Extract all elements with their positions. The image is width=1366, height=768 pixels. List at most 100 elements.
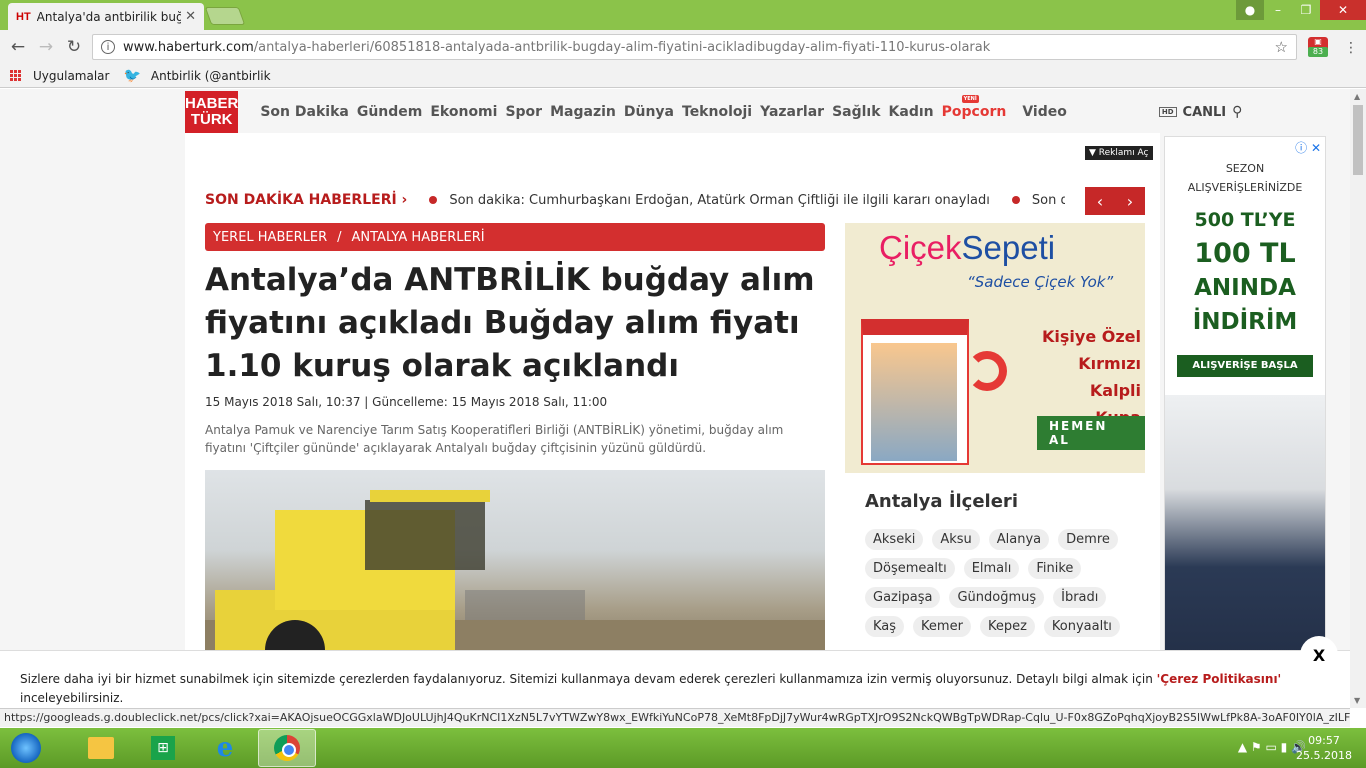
- taskbar-chrome[interactable]: [258, 729, 316, 767]
- extension-badge: 83: [1308, 47, 1328, 57]
- article-image[interactable]: [205, 470, 825, 670]
- ciceksepeti-ad[interactable]: ÇiçekSepeti “Sadece Çiçek Yok” Kişiye Öz…: [845, 223, 1145, 473]
- nav-popcorn[interactable]: Popcorn YENİ: [942, 95, 1015, 120]
- bookmark-star-icon[interactable]: ☆: [1275, 38, 1288, 56]
- district-chip[interactable]: Gündoğmuş: [949, 587, 1045, 608]
- district-chip[interactable]: Alanya: [988, 529, 1050, 550]
- scroll-thumb[interactable]: [1353, 105, 1363, 175]
- ad-open-label[interactable]: ▼ Reklamı Aç: [1085, 146, 1153, 160]
- nav-video[interactable]: Video: [1022, 104, 1067, 120]
- site-info-icon[interactable]: i: [101, 40, 115, 54]
- districts-list: Akseki Aksu Alanya Demre Döşemealtı Elma…: [865, 529, 1135, 645]
- nav-dunya[interactable]: Dünya: [624, 104, 674, 120]
- taskbar-explorer[interactable]: [72, 729, 130, 767]
- haberturk-logo[interactable]: HABER TÜRK: [185, 91, 239, 133]
- back-arrow-icon[interactable]: ←: [4, 37, 32, 57]
- apps-grid-icon[interactable]: [10, 70, 21, 81]
- search-icon[interactable]: ⚲: [1232, 104, 1242, 120]
- page-scrollbar[interactable]: ▲ ▼: [1350, 89, 1366, 708]
- nav-gundem[interactable]: Gündem: [357, 104, 423, 120]
- cookie-close-button[interactable]: X: [1300, 636, 1338, 674]
- site-header: HABER TÜRK Son Dakika Gündem Ekonomi Spo…: [185, 91, 1242, 133]
- district-chip[interactable]: Aksu: [932, 529, 980, 550]
- maximize-button[interactable]: ❐: [1292, 0, 1320, 20]
- district-chip[interactable]: Döşemealtı: [865, 558, 955, 579]
- live-button[interactable]: HD CANLI ⚲: [1158, 104, 1242, 120]
- url-host: www.haberturk.com: [123, 39, 254, 55]
- windows-taskbar: ⊞ e ▲ ⚑ ▭ ▮ 🔊 09:57 25.5.2018: [0, 728, 1366, 768]
- nav-kadin[interactable]: Kadın: [889, 104, 934, 120]
- scroll-up-icon[interactable]: ▲: [1354, 92, 1360, 101]
- menu-icon[interactable]: ⋮: [1344, 40, 1358, 56]
- ticker-prev-button[interactable]: ‹: [1085, 187, 1115, 215]
- breadcrumb-yerel[interactable]: YEREL HABERLER: [213, 230, 327, 245]
- bookmark-apps[interactable]: Uygulamalar: [33, 69, 109, 83]
- address-bar[interactable]: i www.haberturk.com /antalya-haberleri/6…: [92, 34, 1297, 60]
- clock-time: 09:57: [1308, 734, 1340, 747]
- side-ad[interactable]: ⓘ ✕ SEZON ALIŞVERİŞLERİNİZDE 500 TL’YE 1…: [1164, 136, 1326, 708]
- district-chip[interactable]: Elmalı: [963, 558, 1020, 579]
- hd-icon: HD: [1158, 107, 1177, 117]
- main-nav: Son Dakika Gündem Ekonomi Spor Magazin D…: [260, 95, 1075, 120]
- ciceksepeti-logo: ÇiçekSepeti: [879, 229, 1056, 266]
- mug-image: [861, 319, 969, 465]
- district-chip[interactable]: Kaş: [865, 616, 905, 637]
- internet-explorer-icon: e: [216, 733, 234, 763]
- reload-icon[interactable]: ↻: [60, 37, 88, 57]
- scroll-down-icon[interactable]: ▼: [1354, 696, 1360, 705]
- district-chip[interactable]: Gazipaşa: [865, 587, 941, 608]
- adchoices-icon[interactable]: ⓘ ✕: [1295, 139, 1321, 156]
- ticker-item[interactable]: Son dakika: [1032, 193, 1065, 208]
- district-chip[interactable]: Finike: [1028, 558, 1082, 579]
- bookmark-antbirlik[interactable]: 🐦 Antbirlik (@antbirlik: [123, 68, 270, 84]
- clock-date: 25.5.2018: [1296, 749, 1352, 762]
- status-url: https://googleads.g.doubleclick.net/pcs/…: [0, 708, 1350, 727]
- live-label: CANLI: [1182, 104, 1227, 120]
- districts-title: Antalya İlçeleri: [865, 491, 1018, 512]
- tab-title: Antalya'da antbirilik buğd: [36, 9, 182, 24]
- side-ad-offer: 500 TL’YE 100 TL ANINDA İNDİRİM: [1192, 209, 1298, 335]
- breadcrumb-antalya[interactable]: ANTALYA HABERLERİ: [352, 230, 485, 245]
- main-content: ▼ Reklamı Aç SON DAKİKA HABERLERİ › Son …: [185, 133, 1160, 708]
- district-chip[interactable]: Demre: [1058, 529, 1118, 550]
- close-tab-icon[interactable]: ✕: [185, 9, 196, 24]
- nav-yazarlar[interactable]: Yazarlar: [760, 104, 824, 120]
- nav-son-dakika[interactable]: Son Dakika: [260, 104, 348, 120]
- nav-ekonomi[interactable]: Ekonomi: [430, 104, 497, 120]
- ticker-next-button[interactable]: ›: [1115, 187, 1145, 215]
- district-chip[interactable]: Konyaaltı: [1043, 616, 1120, 637]
- breaking-label[interactable]: SON DAKİKA HABERLERİ ›: [205, 192, 407, 208]
- browser-tab[interactable]: HT Antalya'da antbirilik buğd ✕: [8, 3, 204, 30]
- nav-spor[interactable]: Spor: [505, 104, 542, 120]
- nav-saglik[interactable]: Sağlık: [832, 104, 880, 120]
- web-page: HABER TÜRK Son Dakika Gündem Ekonomi Spo…: [0, 89, 1350, 708]
- minimize-button[interactable]: –: [1264, 0, 1292, 20]
- close-window-button[interactable]: ✕: [1320, 0, 1366, 20]
- cookie-policy-link[interactable]: 'Çerez Politikasını': [1157, 672, 1282, 686]
- start-button[interactable]: [6, 728, 46, 768]
- forward-arrow-icon[interactable]: →: [32, 37, 60, 57]
- bookmarks-bar: Uygulamalar 🐦 Antbirlik (@antbirlik: [0, 64, 1366, 88]
- new-tab-button[interactable]: [204, 7, 246, 25]
- article-summary: Antalya Pamuk ve Narenciye Tarım Satış K…: [205, 423, 784, 455]
- district-chip[interactable]: İbradı: [1053, 587, 1107, 608]
- district-chip[interactable]: Kemer: [913, 616, 971, 637]
- district-chip[interactable]: Kepez: [979, 616, 1035, 637]
- district-chip[interactable]: Akseki: [865, 529, 924, 550]
- ticker-item[interactable]: Son dakika: Cumhurbaşkanı Erdoğan, Atatü…: [449, 193, 990, 208]
- nav-teknoloji[interactable]: Teknoloji: [682, 104, 752, 120]
- haberturk-favicon: HT: [16, 10, 31, 23]
- taskbar-ie[interactable]: e: [196, 729, 254, 767]
- windows-logo-icon: [11, 733, 41, 763]
- side-ad-shop-button[interactable]: ALIŞVERİŞE BAŞLA: [1177, 355, 1313, 377]
- combine-harvester-image: [205, 490, 825, 670]
- title-bar: HT Antalya'da antbirilik buğd ✕ ● – ❐ ✕: [0, 0, 1366, 30]
- ad-buy-button[interactable]: HEMEN AL: [1037, 416, 1145, 450]
- extension-icon[interactable]: ▣ 83: [1308, 37, 1328, 57]
- heart-handle: [967, 351, 1007, 391]
- profile-icon[interactable]: ●: [1236, 0, 1264, 20]
- clock[interactable]: 09:57 25.5.2018: [1296, 733, 1352, 763]
- store-icon: ⊞: [151, 736, 175, 760]
- nav-magazin[interactable]: Magazin: [550, 104, 616, 120]
- taskbar-store[interactable]: ⊞: [134, 729, 192, 767]
